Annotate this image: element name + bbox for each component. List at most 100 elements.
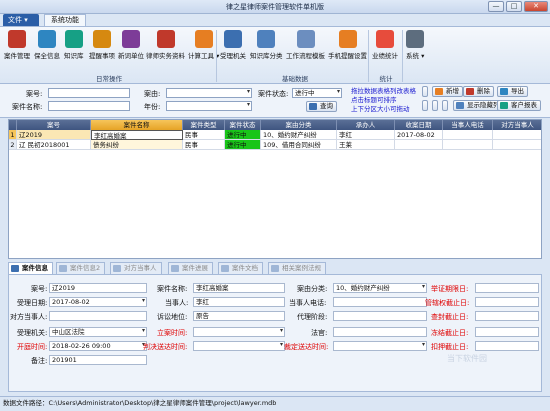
status-cell[interactable]: 进行中 xyxy=(225,130,261,140)
table-cell[interactable] xyxy=(493,130,541,140)
ribbon-calc-tools-button[interactable]: 计算工具 ▾ xyxy=(188,30,219,60)
detail-court-input[interactable] xyxy=(333,327,427,337)
search-icon xyxy=(309,103,317,110)
table-cell[interactable]: 李红 xyxy=(337,130,395,140)
table-cell[interactable]: 辽2019 xyxy=(17,130,91,140)
document-icon xyxy=(156,30,175,48)
case-grid[interactable]: 案号 案件名称 案件类型 案件状态 案由分类 承办人 收案日期 当事人电话 对方… xyxy=(8,119,542,259)
ribbon-preservation-button[interactable]: 保全信息 xyxy=(34,30,60,60)
status-select[interactable]: 进行中 xyxy=(292,88,342,98)
column-header[interactable]: 收案日期 xyxy=(395,120,443,130)
detail-opposing-input[interactable] xyxy=(49,311,147,321)
detail-court-time-input[interactable]: 2018-02-26 09:00 xyxy=(49,341,147,351)
detail-litigation-label: 诉讼地位: xyxy=(157,313,188,321)
table-cell[interactable] xyxy=(443,130,493,140)
column-header[interactable]: 案件名称 xyxy=(91,120,183,130)
column-header[interactable]: 案件状态 xyxy=(225,120,261,130)
detail-accept-date-input[interactable]: 2017-08-02 xyxy=(49,297,147,307)
case-info-icon xyxy=(11,265,19,272)
ribbon-performance-stats-button[interactable]: 业绩统计 xyxy=(372,30,398,60)
table-cell[interactable]: 10、婚约财产纠纷 xyxy=(261,130,337,140)
detail-freeze-input[interactable] xyxy=(475,327,539,337)
detail-appeal-input[interactable] xyxy=(475,283,539,293)
table-cell[interactable]: 债务纠纷 xyxy=(91,140,183,150)
case-name-input[interactable] xyxy=(48,101,130,111)
tab-case-progress[interactable]: 案件进展 xyxy=(168,262,213,274)
detail-case-no-input[interactable]: 辽2019 xyxy=(49,283,147,293)
column-header[interactable]: 承办人 xyxy=(337,120,395,130)
ribbon-agency-button[interactable]: 受理机关 xyxy=(220,30,246,60)
ribbon-knowledge-base-button[interactable]: 知识库 xyxy=(64,30,84,60)
table-cell[interactable]: 辽 民初2018001 xyxy=(17,140,91,150)
ribbon-units-button[interactable]: 新词单位 xyxy=(118,30,144,60)
tab-case-info[interactable]: 案件信息 xyxy=(8,262,53,274)
ribbon-workflow-template-button[interactable]: 工作流程模板 xyxy=(286,30,325,60)
add-button[interactable]: 新增 xyxy=(432,86,463,97)
nav-next-button[interactable] xyxy=(432,100,438,111)
table-cell[interactable] xyxy=(443,140,493,150)
case-cause-select[interactable] xyxy=(166,88,252,98)
query-button[interactable]: 查询 xyxy=(306,101,337,112)
detail-case-name-input[interactable]: 李红高婚案 xyxy=(193,283,285,293)
case-no-input[interactable] xyxy=(48,88,130,98)
table-cell[interactable]: 109、借用合同纠纷 xyxy=(261,140,337,150)
detail-inquiry-input[interactable] xyxy=(475,311,539,321)
column-header[interactable]: 当事人电话 xyxy=(443,120,493,130)
tab-opposing-party[interactable]: 对方当事人 xyxy=(110,262,162,274)
detail-remark-input[interactable]: 201901 xyxy=(49,355,147,365)
detail-ruling-time-input[interactable] xyxy=(333,341,427,351)
column-header[interactable]: 对方当事人 xyxy=(493,120,541,130)
tab-system-functions[interactable]: 系统功能 xyxy=(44,14,86,26)
row-number[interactable]: 2 xyxy=(9,140,17,150)
tab-case-info-2[interactable]: 案件信息2 xyxy=(56,262,106,274)
delete-icon xyxy=(466,88,474,95)
ribbon-reminders-button[interactable]: 提醒事项 xyxy=(89,30,115,60)
client-report-button[interactable]: 客户报表 xyxy=(497,100,541,111)
table-cell[interactable]: 民事 xyxy=(183,140,225,150)
tab-related-cases[interactable]: 相关案例法规 xyxy=(268,262,326,274)
export-button[interactable]: 导出 xyxy=(497,86,528,97)
detail-party-input[interactable]: 李红 xyxy=(193,297,285,307)
ribbon-phone-reminder-button[interactable]: 手机提醒设置 xyxy=(328,30,367,60)
column-header[interactable]: 案件类型 xyxy=(183,120,225,130)
ribbon-system-button[interactable]: 系统 ▾ xyxy=(406,30,424,60)
detail-agency-input[interactable]: 中山区法院 xyxy=(49,327,147,337)
detail-jurisdiction-input[interactable] xyxy=(475,297,539,307)
year-select[interactable] xyxy=(166,101,252,111)
column-header[interactable]: 案由分类 xyxy=(261,120,337,130)
table-cell[interactable] xyxy=(493,140,541,150)
detail-cause-input[interactable]: 10、婚约财产纠纷 xyxy=(333,283,427,293)
minimize-button[interactable]: — xyxy=(488,1,504,12)
row-number[interactable]: 1 xyxy=(9,130,17,140)
delete-button[interactable]: 删除 xyxy=(463,86,494,97)
detail-serve-time-input[interactable] xyxy=(193,327,285,337)
table-cell[interactable]: 2017-08-02 xyxy=(395,130,443,140)
detail-agent-input[interactable] xyxy=(333,311,427,321)
ribbon-label: 案件管理 xyxy=(4,52,30,60)
file-menu[interactable]: 文件 ▾ xyxy=(3,14,39,26)
detail-judge-time-input[interactable] xyxy=(193,341,285,351)
ribbon-case-management-button[interactable]: 案件管理 xyxy=(4,30,30,60)
table-cell[interactable] xyxy=(395,140,443,150)
table-cell[interactable]: 王莱 xyxy=(337,140,395,150)
toggle-columns-button[interactable]: 显示隐藏列 xyxy=(453,100,504,111)
detail-litigation-input[interactable]: 原告 xyxy=(193,311,285,321)
detail-party-phone-input[interactable] xyxy=(333,297,427,307)
status-cell[interactable]: 进行中 xyxy=(225,140,261,150)
column-header[interactable]: 案号 xyxy=(17,120,91,130)
table-cell[interactable]: 李红高婚案 xyxy=(91,130,183,140)
maximize-button[interactable]: □ xyxy=(506,1,522,12)
case-name-label: 案件名称: xyxy=(12,103,43,111)
nav-prev-button[interactable] xyxy=(422,100,428,111)
bar-chart-icon xyxy=(376,30,394,48)
close-button[interactable]: ✕ xyxy=(524,1,548,12)
table-cell[interactable]: 民事 xyxy=(183,130,225,140)
detail-freeze-label: 冻结截止日: xyxy=(431,329,469,337)
ribbon-kb-category-button[interactable]: 知识库分类 xyxy=(250,30,283,60)
tab-case-documents[interactable]: 案件文档 xyxy=(218,262,263,274)
detail-seize-input[interactable] xyxy=(475,341,539,351)
detail-ruling-time-label: 裁定送达时间: xyxy=(284,343,329,351)
ribbon-practice-materials-button[interactable]: 律师实务资料 xyxy=(146,30,185,60)
nav-first-button[interactable] xyxy=(422,86,428,97)
nav-last-button[interactable] xyxy=(442,100,448,111)
